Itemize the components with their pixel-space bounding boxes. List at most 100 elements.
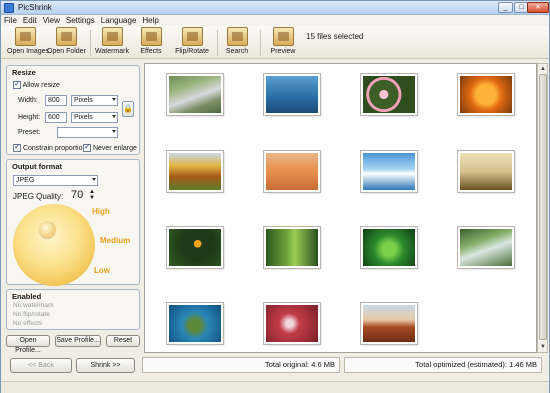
menu-language[interactable]: Language bbox=[98, 15, 140, 26]
thumbnail-savanna-trees[interactable] bbox=[458, 151, 514, 192]
open-images-button[interactable]: Open Images bbox=[7, 27, 50, 55]
width-input[interactable]: 800 bbox=[45, 95, 67, 106]
menu-edit[interactable]: Edit bbox=[20, 15, 40, 26]
allow-resize-label: Allow resize bbox=[22, 81, 60, 89]
height-input[interactable]: 600 bbox=[45, 112, 67, 123]
gallery-scrollbar[interactable]: ▲ ▼ bbox=[537, 63, 548, 353]
height-label: Height: bbox=[18, 114, 41, 121]
scroll-down-icon[interactable]: ▼ bbox=[539, 343, 547, 351]
never-enlarge-checkbox[interactable]: Never enlarge bbox=[83, 142, 137, 152]
effects-icon bbox=[140, 27, 162, 46]
width-unit-select[interactable]: Pixels bbox=[71, 95, 118, 106]
lock-icon: 🔒 bbox=[123, 104, 133, 113]
thumbnail-sea-turtle[interactable] bbox=[167, 303, 223, 344]
open-profile-button[interactable]: Open Profile... bbox=[6, 335, 50, 354]
quality-knob[interactable] bbox=[39, 221, 56, 238]
status-bar bbox=[1, 381, 549, 393]
toolbar-separator bbox=[260, 30, 261, 56]
scroll-up-icon[interactable]: ▲ bbox=[539, 65, 547, 73]
thumbnail-toucan[interactable] bbox=[167, 227, 223, 268]
thumbnail-desert-mesa[interactable] bbox=[361, 303, 417, 344]
scrollbar-thumb[interactable] bbox=[539, 74, 547, 340]
resize-title: Resize bbox=[12, 68, 36, 77]
enabled-group: Enabled No watermark No flip/rotate No e… bbox=[6, 289, 140, 330]
bottom-bar: << Back Shrink >> Total original: 4.6 MB… bbox=[1, 355, 549, 377]
menu-help[interactable]: Help bbox=[139, 15, 161, 26]
constrain-label: Constrain proportions bbox=[22, 144, 90, 152]
thumbnail-waterfall-stream[interactable] bbox=[458, 227, 514, 268]
save-profile-button[interactable]: Save Profile... bbox=[55, 335, 101, 347]
image-gallery[interactable] bbox=[144, 63, 537, 353]
preset-label: Preset: bbox=[18, 129, 41, 136]
close-icon[interactable]: ✕ bbox=[527, 2, 549, 13]
flip-rotate-icon bbox=[181, 27, 203, 46]
minimize-icon[interactable]: _ bbox=[498, 2, 513, 13]
effects-button[interactable]: Effects bbox=[136, 27, 166, 55]
watermark-icon bbox=[101, 27, 123, 46]
watermark-label: Watermark bbox=[95, 48, 129, 55]
height-unit-select[interactable]: Pixels bbox=[71, 112, 118, 123]
enabled-title: Enabled bbox=[12, 292, 42, 301]
lock-proportions-button[interactable]: 🔒 bbox=[122, 101, 134, 117]
thumbnail-forest-path[interactable] bbox=[264, 227, 320, 268]
never-enlarge-label: Never enlarge bbox=[92, 144, 137, 152]
preview-button[interactable]: Preview bbox=[267, 27, 299, 55]
width-unit-value: Pixels bbox=[74, 97, 93, 104]
allow-resize-checkbox[interactable]: Allow resize bbox=[13, 79, 60, 89]
no-watermark-status: No watermark bbox=[13, 302, 54, 309]
height-unit-value: Pixels bbox=[74, 114, 93, 121]
open-images-icon bbox=[14, 27, 36, 46]
quality-label: JPEG Quality: bbox=[13, 192, 64, 201]
thumbnail-green-fern[interactable] bbox=[361, 227, 417, 268]
thumbnail-pink-flowers[interactable] bbox=[361, 74, 417, 115]
thumbnail-red-leaves[interactable] bbox=[264, 303, 320, 344]
resize-group: Resize Allow resize Width: 800 Pixels He… bbox=[6, 65, 140, 155]
search-button[interactable]: Search bbox=[223, 27, 251, 55]
thumbnail-orange-flowers[interactable] bbox=[458, 74, 514, 115]
chevron-down-icon bbox=[92, 178, 96, 181]
quality-dial[interactable] bbox=[13, 204, 95, 286]
search-icon bbox=[226, 27, 248, 46]
app-window: PicShrink _ □ ✕ File Edit View Settings Lang… bbox=[0, 0, 550, 393]
back-button[interactable]: << Back bbox=[10, 358, 72, 373]
shrink-button[interactable]: Shrink >> bbox=[76, 358, 135, 373]
quality-medium-label: Medium bbox=[100, 236, 131, 245]
flip-rotate-button[interactable]: Flip/Rotate bbox=[174, 27, 210, 55]
quality-value: 70 bbox=[71, 189, 84, 201]
open-images-label: Open Images bbox=[7, 48, 50, 55]
open-folder-label: Open Folder bbox=[47, 48, 86, 55]
search-label: Search bbox=[225, 48, 249, 55]
thumbnail-desert-oryx[interactable] bbox=[264, 151, 320, 192]
menu-bar: File Edit View Settings Language Help bbox=[1, 15, 549, 26]
total-original: Total original: 4.6 MB bbox=[142, 357, 340, 373]
watermark-button[interactable]: Watermark bbox=[95, 27, 129, 55]
no-flip-rotate-status: No flip/rotate bbox=[13, 311, 50, 318]
preview-label: Preview bbox=[270, 48, 296, 55]
preset-select[interactable] bbox=[57, 127, 118, 138]
constrain-checkbox[interactable]: Constrain proportions bbox=[13, 142, 90, 152]
menu-file[interactable]: File bbox=[1, 15, 20, 26]
toolbar: Open Images Open Folder Watermark Effect… bbox=[1, 26, 549, 59]
open-folder-button[interactable]: Open Folder bbox=[47, 27, 86, 55]
menu-view[interactable]: View bbox=[40, 15, 63, 26]
selection-status: 15 files selected bbox=[306, 32, 364, 41]
thumbnail-icebergs[interactable] bbox=[361, 151, 417, 192]
reset-button[interactable]: Reset bbox=[106, 335, 140, 347]
thumbnail-whale-tail[interactable] bbox=[264, 74, 320, 115]
menu-settings[interactable]: Settings bbox=[63, 15, 98, 26]
preview-icon bbox=[272, 27, 294, 46]
total-optimized: Total optimized (estimated): 1.46 MB bbox=[344, 357, 542, 373]
checkbox-icon bbox=[83, 142, 91, 152]
chevron-down-icon bbox=[112, 130, 116, 133]
chevron-down-icon bbox=[112, 115, 116, 118]
chevron-down-icon bbox=[112, 98, 116, 101]
thumbnail-autumn-tree[interactable] bbox=[167, 151, 223, 192]
checkbox-icon bbox=[13, 79, 21, 89]
quality-spinner[interactable]: ▲ ▼ bbox=[89, 189, 95, 201]
toolbar-separator bbox=[217, 30, 218, 56]
title-bar: PicShrink _ □ ✕ bbox=[1, 1, 549, 15]
checkbox-icon bbox=[13, 142, 21, 152]
format-select[interactable]: JPEG bbox=[13, 175, 98, 186]
thumbnail-river-landscape[interactable] bbox=[167, 74, 223, 115]
output-format-group: Output format JPEG JPEG Quality: 70 ▲ ▼ H… bbox=[6, 159, 140, 286]
